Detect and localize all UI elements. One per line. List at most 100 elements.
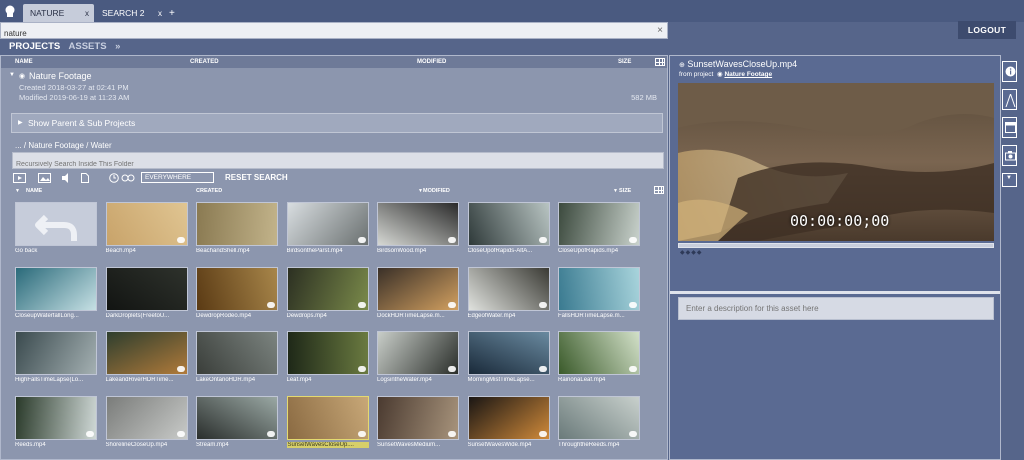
project-link[interactable]: Nature Footage [724,71,772,78]
caret-down-icon: ▼ [15,188,20,194]
col-name[interactable]: NAME [15,59,33,65]
asset-thumbnail[interactable]: ThroughtheReeds.mp4 [558,395,640,448]
image-filter-icon[interactable] [38,173,51,183]
thumbnail-caption: SunsetWavesWide.mp4 [467,441,532,448]
asset-thumbnail[interactable]: BirdsonWood.mp4 [377,202,459,254]
thumbnail-caption: Reeds.mp4 [15,441,46,448]
asset-thumbnail[interactable]: DockHDRTimeLapse.m... [377,266,459,319]
thumbnail-image [196,266,278,311]
from-project: from project ◉ Nature Footage [679,70,772,78]
asset-thumbnail[interactable]: CloseupWaterfallLong... [15,266,97,319]
comment-icon [176,237,185,243]
info-icon [1005,66,1016,77]
comment-icon [629,366,637,372]
asset-thumbnail[interactable]: BirdsontheParst.mp4 [286,202,369,254]
col-created[interactable]: CREATED [190,59,219,65]
asset-thumbnail[interactable]: CloseUpofRapids.mp4 [558,202,640,254]
scrub-bar[interactable] [678,243,994,248]
video-filter-icon[interactable] [13,173,26,183]
thumbnail-image [467,202,550,246]
assets-link[interactable]: ASSETS [69,41,107,52]
reset-search-button[interactable]: RESET SEARCH [225,173,288,182]
clear-search-icon[interactable]: × [657,24,663,37]
projects-link[interactable]: PROJECTS [9,41,60,52]
tab-nature[interactable]: NATURE x [23,4,94,23]
grid-view-icon[interactable] [654,186,664,194]
asset-thumbnail[interactable]: DarkDroplets(FreetoU... [105,266,188,319]
col-created[interactable]: CREATED [196,188,222,194]
thumbnail-image [196,202,278,246]
comment-icon [267,430,275,437]
logout-button[interactable]: LOGOUT [958,21,1016,39]
link-icon[interactable] [121,173,135,183]
asset-thumbnail[interactable]: BeachandShell.mp4 [196,202,278,254]
asset-thumbnail[interactable]: LogsintheWater.mp4 [377,331,459,383]
tab-close-icon[interactable]: x [158,4,162,23]
timecode: 00:00:00;00 [790,212,890,230]
project-size: 582 MB [631,93,657,102]
asset-thumbnail[interactable]: Beach.mp4 [105,202,188,254]
camera-button[interactable] [1002,145,1017,166]
compass-button[interactable] [1002,89,1017,110]
panel-button[interactable] [1002,117,1017,138]
asset-thumbnail[interactable]: HighFallsTimeLapse(Lo... [15,331,97,383]
scope-select[interactable]: EVERYWHERE [141,172,214,183]
asset-thumbnail[interactable]: Stream.mp4 [196,395,278,448]
asset-thumbnail[interactable]: MorningMistTimeLapse... [467,331,550,383]
chevron-icon[interactable]: » [115,41,120,52]
asset-thumbnail[interactable]: Reeds.mp4 [15,395,97,448]
asset-thumbnail[interactable]: LakeOntarioHDR.mp4 [196,331,278,383]
asset-thumbnail[interactable]: ShorelineCloseUp.mp4 [105,395,188,448]
asset-thumbnail[interactable]: SunsetWavesMedium... [377,395,459,448]
asset-thumbnail[interactable]: CloseUpofRapids-AltA... [467,202,550,254]
comment-icon [538,301,547,308]
thumbnail-caption: FallsHDRTimeLapse.m... [558,312,625,319]
col-size[interactable]: SIZE [619,188,631,194]
asset-title-text: SunsetWavesCloseUp.mp4 [687,59,798,69]
home-icon[interactable] [4,5,16,17]
info-button[interactable] [1002,61,1017,82]
breadcrumb[interactable]: ... / Nature Footage / Water [15,141,112,150]
thumbnail-caption: LogsintheWater.mp4 [377,377,432,383]
thumbnail-caption: Dewdrops.mp4 [286,312,327,319]
more-button[interactable]: ▼ [1002,173,1017,187]
asset-thumbnail[interactable]: SunsetWavesCloseUp.... [286,395,369,448]
thumbnail-image [286,395,369,440]
asset-thumbnail[interactable]: SunsetWavesWide.mp4 [467,395,550,448]
tab-search-2[interactable]: SEARCH 2 x [95,4,167,23]
thumbnail-image [196,395,278,440]
clock-icon[interactable] [109,173,119,183]
expand-icon[interactable]: ▼ [9,72,15,78]
thumbnail-caption: MorningMistTimeLapse... [467,377,535,383]
asset-thumbnail[interactable]: Leaf.mp4 [286,331,369,383]
asset-thumbnail[interactable]: FallsHDRTimeLapse.m... [558,266,640,319]
asset-thumbnail[interactable]: DewdropRodeo.mp4 [196,266,278,319]
description-input[interactable] [679,298,979,319]
comment-icon [629,301,637,308]
video-player[interactable]: 00:00:00;00 [678,83,994,241]
tab-close-icon[interactable]: x [85,4,89,23]
comment-icon [357,301,366,308]
recursive-search-input[interactable] [13,157,653,172]
col-size[interactable]: SIZE [618,59,631,65]
thumbnail-image [377,202,459,246]
thumbnail-image [286,266,369,311]
timeline-markers[interactable]: ◆◆◆◆ [680,249,702,256]
col-modified[interactable]: MODIFIED [423,188,450,194]
audio-filter-icon[interactable] [61,173,71,183]
search-input[interactable] [1,26,641,41]
document-filter-icon[interactable] [81,173,89,183]
go-back-tile[interactable]: Go back [15,202,97,254]
project-row[interactable]: ▼ ◉ Nature Footage Created 2018-03-27 at… [1,68,667,114]
divider [670,291,1000,294]
asset-thumbnail[interactable]: EdgeofWater.mp4 [467,266,550,319]
show-parent-sub-toggle[interactable]: ▶ Show Parent & Sub Projects [11,113,663,133]
asset-thumbnail[interactable]: Dewdrops.mp4 [286,266,369,319]
asset-thumbnail[interactable]: LakeandRiverHDRTime... [105,331,188,383]
add-tab-button[interactable]: + [169,4,175,23]
col-name[interactable]: NAME [26,188,42,194]
col-modified[interactable]: MODIFIED [417,59,446,65]
asset-column-header: ▼ NAME CREATED ▼ MODIFIED ▼ SIZE [13,186,665,196]
grid-view-icon[interactable] [655,58,665,66]
asset-thumbnail[interactable]: RainonaLeaf.mp4 [558,331,640,383]
